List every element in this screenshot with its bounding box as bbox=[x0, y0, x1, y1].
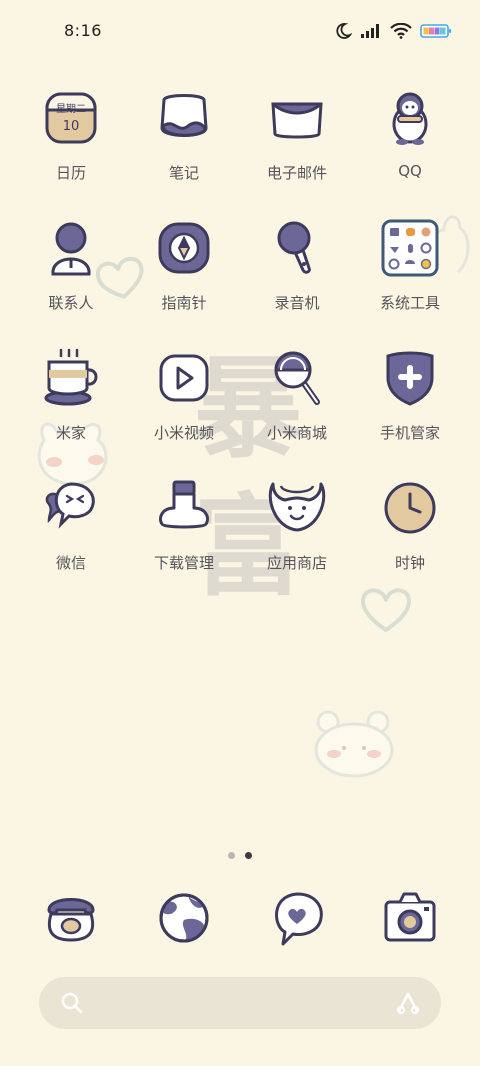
moon-icon bbox=[334, 22, 352, 40]
penguin-icon bbox=[392, 92, 428, 145]
page-indicator[interactable] bbox=[228, 852, 252, 859]
lollipop-icon bbox=[274, 351, 320, 405]
app-label: 系统工具 bbox=[379, 294, 440, 312]
app-recorder[interactable]: 录音机 bbox=[241, 218, 353, 338]
page-dot-1[interactable] bbox=[228, 852, 235, 859]
app-qq[interactable]: QQ bbox=[354, 88, 466, 208]
phone-icon bbox=[47, 898, 95, 942]
chat-bubbles-icon bbox=[45, 482, 95, 529]
app-app-store[interactable]: 应用商店 bbox=[241, 478, 353, 598]
app-compass[interactable]: 指南针 bbox=[128, 218, 240, 338]
app-mijia[interactable]: 米家 bbox=[15, 348, 127, 468]
status-bar: 8:16 bbox=[0, 0, 480, 62]
app-label: 小米视频 bbox=[153, 424, 214, 442]
dock-camera[interactable] bbox=[354, 888, 466, 948]
app-wechat[interactable]: 微信 bbox=[15, 478, 127, 598]
app-label: 笔记 bbox=[168, 164, 199, 182]
search-icon[interactable] bbox=[61, 992, 83, 1018]
folder-icon bbox=[381, 219, 439, 277]
app-label: 录音机 bbox=[274, 294, 320, 312]
app-mi-store[interactable]: 小米商城 bbox=[241, 348, 353, 468]
app-security[interactable]: 手机管家 bbox=[354, 348, 466, 468]
shield-plus-icon bbox=[386, 351, 434, 406]
dock-messages[interactable] bbox=[241, 888, 353, 948]
app-label: 手机管家 bbox=[379, 424, 440, 442]
calendar-icon: 星期二 10 bbox=[45, 92, 97, 144]
app-notes[interactable]: 笔记 bbox=[128, 88, 240, 208]
dock-phone[interactable] bbox=[15, 888, 127, 948]
app-label: 应用商店 bbox=[266, 554, 327, 572]
app-label: 电子邮件 bbox=[266, 164, 327, 182]
play-icon bbox=[159, 354, 209, 402]
app-system-tools[interactable]: 系统工具 bbox=[354, 218, 466, 338]
battery-icon bbox=[420, 23, 452, 39]
app-label: 时钟 bbox=[394, 554, 425, 572]
app-contacts[interactable]: 联系人 bbox=[15, 218, 127, 338]
assistant-icon[interactable] bbox=[395, 991, 421, 1019]
dock bbox=[15, 888, 465, 948]
app-email[interactable]: 电子邮件 bbox=[241, 88, 353, 208]
microphone-icon bbox=[277, 221, 311, 274]
app-mi-video[interactable]: 小米视频 bbox=[128, 348, 240, 468]
page-dot-2[interactable] bbox=[245, 852, 252, 859]
app-label: 日历 bbox=[55, 164, 86, 182]
app-label: 米家 bbox=[55, 424, 86, 442]
search-bar[interactable] bbox=[39, 977, 441, 1029]
browser-globe-icon bbox=[159, 893, 209, 943]
mail-icon bbox=[271, 102, 323, 139]
calendar-day-text: 10 bbox=[63, 119, 80, 134]
download-box-icon bbox=[159, 480, 209, 529]
signal-icon bbox=[360, 23, 382, 39]
camera-icon bbox=[384, 892, 436, 942]
wifi-icon bbox=[390, 23, 412, 39]
app-label: 微信 bbox=[55, 554, 86, 572]
app-clock[interactable]: 时钟 bbox=[354, 478, 466, 598]
app-label: 小米商城 bbox=[266, 424, 327, 442]
compass-icon bbox=[158, 222, 210, 274]
bib-smile-icon bbox=[268, 482, 326, 532]
contacts-icon bbox=[51, 222, 91, 276]
app-label: 联系人 bbox=[48, 294, 94, 312]
notes-icon bbox=[160, 94, 208, 137]
clock-icon bbox=[384, 482, 436, 534]
dock-browser[interactable] bbox=[128, 888, 240, 948]
app-label: 指南针 bbox=[161, 294, 207, 312]
app-label: QQ bbox=[398, 162, 422, 180]
app-label: 下载管理 bbox=[153, 554, 214, 572]
bear-doodle-decoration bbox=[314, 710, 394, 778]
app-calendar[interactable]: 星期二 10 日历 bbox=[15, 88, 127, 208]
message-heart-icon bbox=[275, 892, 323, 946]
app-downloads[interactable]: 下载管理 bbox=[128, 478, 240, 598]
calendar-weekday-text: 星期二 bbox=[56, 103, 86, 115]
status-time: 8:16 bbox=[64, 21, 102, 40]
coffee-cup-icon bbox=[44, 348, 98, 406]
